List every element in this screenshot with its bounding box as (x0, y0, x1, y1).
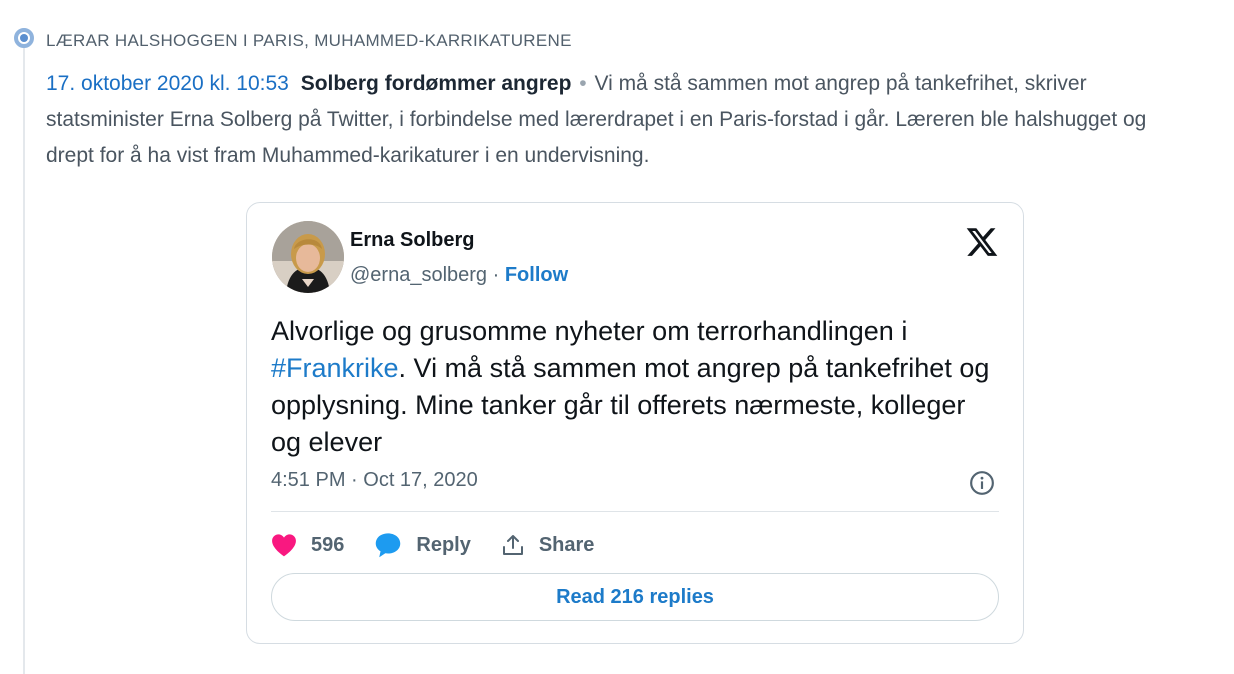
entry-time[interactable]: 17. oktober 2020 kl. 10:53 (46, 72, 289, 95)
entry-title: Solberg fordømmer angrep (300, 72, 572, 95)
tweet-text: Alvorlige og grusomme nyheter om terrorh… (271, 313, 1001, 461)
like-count: 596 (311, 533, 345, 556)
timeline-dot-icon (14, 28, 34, 48)
like-button[interactable]: 596 (271, 533, 344, 557)
speech-bubble-icon (376, 533, 401, 558)
tweet-handle-row: @erna_solberg · Follow (350, 264, 568, 287)
tweet-text-start: Alvorlige og grusomme nyheter om terrorh… (271, 316, 908, 346)
follow-button[interactable]: Follow (505, 264, 568, 286)
share-icon (502, 535, 523, 555)
reply-label: Reply (416, 533, 471, 556)
topic-tags[interactable]: LÆRAR HALSHOGGEN I PARIS, MUHAMMED-KARRI… (46, 31, 572, 51)
handle-separator: · (487, 264, 505, 286)
tweet-handle[interactable]: @erna_solberg (350, 264, 487, 286)
live-entry: 17. oktober 2020 kl. 10:53 Solberg fordø… (46, 66, 1196, 174)
timeline-line (23, 34, 25, 674)
avatar[interactable] (272, 221, 344, 293)
tweet-divider (271, 511, 999, 512)
info-icon[interactable] (969, 470, 995, 496)
hashtag-link[interactable]: #Frankrike (271, 353, 399, 383)
tweet-actions: 596 Reply Share (271, 527, 624, 563)
embedded-tweet: Erna Solberg @erna_solberg · Follow Alvo… (246, 202, 1024, 644)
tweet-timestamp[interactable]: 4:51 PM · Oct 17, 2020 (271, 469, 478, 492)
read-replies-button[interactable]: Read 216 replies (271, 573, 999, 621)
heart-icon (272, 534, 296, 557)
reply-button[interactable]: Reply (374, 532, 471, 558)
x-logo-icon[interactable] (965, 225, 999, 259)
share-label: Share (538, 533, 595, 556)
tweet-author-name[interactable]: Erna Solberg (350, 229, 474, 252)
share-button[interactable]: Share (501, 533, 595, 557)
entry-separator: • (579, 72, 587, 95)
